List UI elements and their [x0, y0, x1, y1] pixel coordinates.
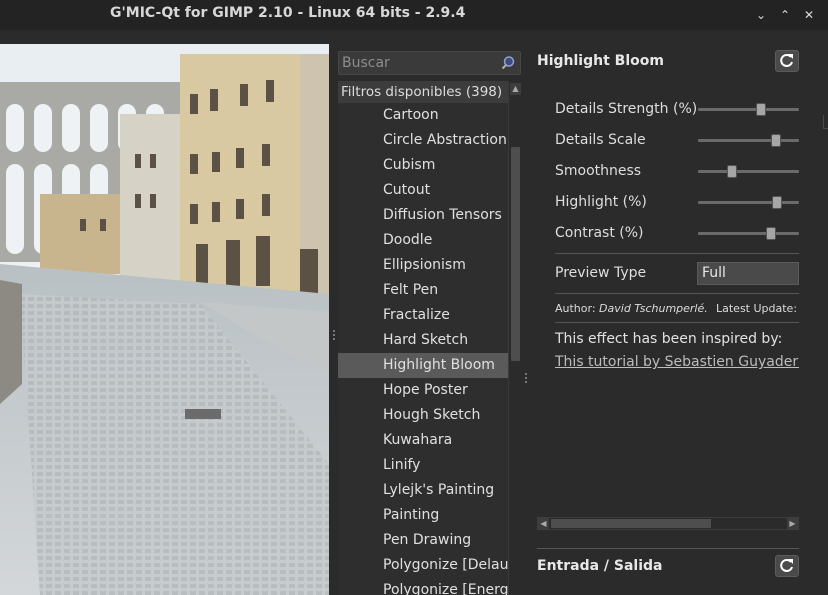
- author-name: David Tschumperlé.: [599, 302, 708, 315]
- maximize-icon[interactable]: ⌃: [776, 6, 794, 24]
- list-item[interactable]: Pen Drawing: [338, 528, 508, 553]
- contrast-slider[interactable]: [698, 227, 799, 240]
- horizontal-scrollbar[interactable]: ◀ ▶: [537, 517, 799, 530]
- preview-type-select[interactable]: Full: [697, 262, 799, 285]
- list-item[interactable]: Polygonize [Energy]: [338, 578, 508, 595]
- param-label: Smoothness: [555, 163, 642, 179]
- preview-type-value: Full: [702, 265, 726, 281]
- search-box[interactable]: Buscar: [338, 51, 521, 75]
- slider-handle[interactable]: [772, 196, 782, 209]
- search-input[interactable]: Buscar: [342, 55, 390, 71]
- refresh-icon: [780, 559, 793, 572]
- list-item[interactable]: Hope Poster: [338, 378, 508, 403]
- scroll-up-icon[interactable]: ▲: [510, 83, 521, 95]
- list-item[interactable]: Linify: [338, 453, 508, 478]
- scrollbar-thumb[interactable]: [551, 519, 711, 528]
- slider-handle[interactable]: [771, 134, 781, 147]
- details-strength-slider[interactable]: [698, 103, 799, 116]
- divider: [555, 322, 799, 323]
- list-item[interactable]: Cutout: [338, 178, 508, 203]
- smoothness-slider[interactable]: [698, 165, 799, 178]
- param-label: Details Strength (%): [555, 101, 698, 117]
- refresh-icon: [780, 54, 793, 67]
- reset-button[interactable]: [775, 50, 799, 72]
- list-item[interactable]: Ellipsionism: [338, 253, 508, 278]
- magnifier-icon[interactable]: [500, 55, 516, 71]
- list-item[interactable]: Lylejk's Painting: [338, 478, 508, 503]
- highlight-slider[interactable]: [698, 196, 799, 209]
- list-item-selected[interactable]: Highlight Bloom: [338, 353, 508, 378]
- author-prefix: Author:: [555, 302, 596, 315]
- list-item[interactable]: Doodle: [338, 228, 508, 253]
- io-section-title: Entrada / Salida: [537, 558, 663, 574]
- splitter-handle[interactable]: [333, 330, 336, 344]
- preview-photo: [0, 44, 329, 595]
- list-item[interactable]: Hard Sketch: [338, 328, 508, 353]
- author-info: Author: David Tschumperlé.: [555, 302, 708, 315]
- slider-handle[interactable]: [727, 165, 737, 178]
- slider-handle[interactable]: [756, 103, 766, 116]
- param-label: Details Scale: [555, 132, 646, 148]
- list-item[interactable]: Painting: [338, 503, 508, 528]
- scroll-right-icon[interactable]: ▶: [787, 518, 798, 529]
- preview-image[interactable]: [0, 44, 329, 595]
- preview-type-label: Preview Type: [555, 265, 647, 281]
- list-item[interactable]: Hough Sketch: [338, 403, 508, 428]
- list-item[interactable]: Kuwahara: [338, 428, 508, 453]
- slider-handle[interactable]: [766, 227, 776, 240]
- list-item[interactable]: Felt Pen: [338, 278, 508, 303]
- list-item[interactable]: Cartoon: [338, 103, 508, 128]
- scrollbar-thumb[interactable]: [511, 147, 520, 361]
- divider: [555, 293, 799, 294]
- list-item[interactable]: Diffusion Tensors: [338, 203, 508, 228]
- splitter-handle[interactable]: [525, 373, 528, 387]
- filter-list-header[interactable]: Filtros disponibles (398): [338, 81, 508, 103]
- close-icon[interactable]: ✕: [800, 6, 818, 24]
- list-item[interactable]: Fractalize: [338, 303, 508, 328]
- filter-list[interactable]: Filtros disponibles (398) Cartoon Circle…: [338, 81, 508, 595]
- description-text: This effect has been inspired by:: [555, 331, 783, 347]
- scroll-left-icon[interactable]: ◀: [538, 518, 549, 529]
- param-label: Highlight (%): [555, 194, 647, 210]
- list-item[interactable]: Circle Abstraction: [338, 128, 508, 153]
- list-item[interactable]: Cubism: [338, 153, 508, 178]
- io-reset-button[interactable]: [775, 555, 799, 577]
- minimize-icon[interactable]: ⌄: [752, 6, 770, 24]
- panel-edge: [823, 115, 828, 129]
- divider: [555, 253, 799, 254]
- title-bar: G'MIC-Qt for GIMP 2.10 - Linux 64 bits -…: [0, 0, 828, 30]
- splitter-handle[interactable]: [661, 546, 677, 549]
- window-title: G'MIC-Qt for GIMP 2.10 - Linux 64 bits -…: [110, 5, 466, 21]
- filter-name: Highlight Bloom: [537, 53, 664, 69]
- details-scale-slider[interactable]: [698, 134, 799, 147]
- latest-update: Latest Update:: [716, 302, 798, 315]
- param-label: Contrast (%): [555, 225, 644, 241]
- filter-list-scrollbar[interactable]: ▲: [508, 81, 521, 595]
- list-item[interactable]: Polygonize [Delaunay]: [338, 553, 508, 578]
- tutorial-link[interactable]: This tutorial by Sebastien Guyader and P…: [555, 354, 799, 370]
